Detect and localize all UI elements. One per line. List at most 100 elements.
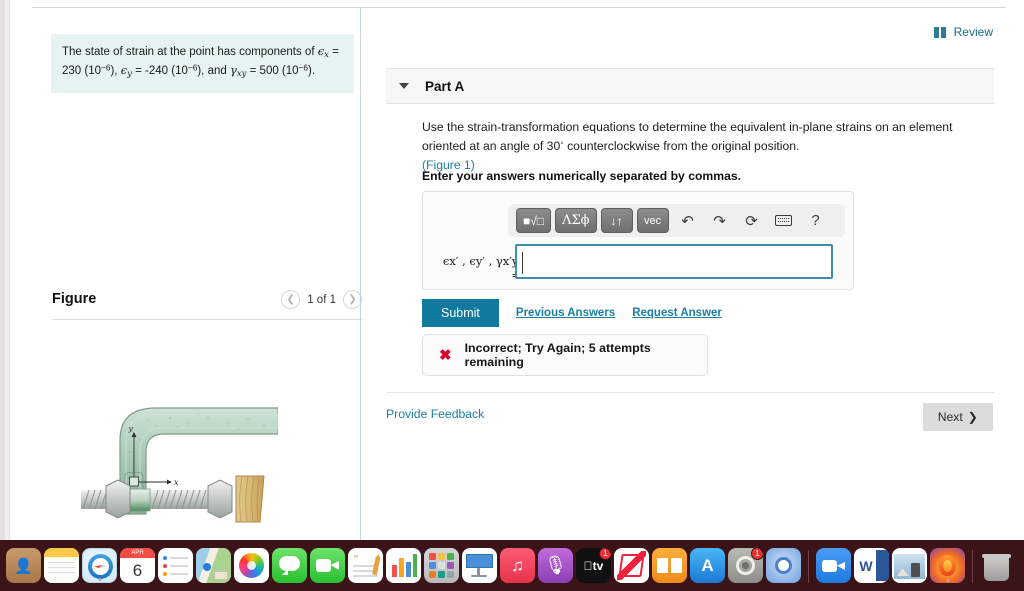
window-left-edge-inner [0,0,5,540]
calendar-month: APR [120,548,155,558]
undo-icon[interactable]: ↶ [675,208,701,233]
answer-label: ϵx′ , ϵy′ , γx′y′ = [442,254,521,282]
macos-dock: 👤 APR 6 “ ♫ 🎙 tv 1 A 1 W [0,540,1024,591]
dock-item-notes[interactable] [44,548,79,583]
chevron-left-icon[interactable]: ❮ [281,290,301,309]
previous-answers-link[interactable]: Previous Answers [516,307,615,319]
dock-item-music[interactable]: ♫ [500,548,535,583]
dock-item-zoom[interactable] [816,548,851,583]
left-panel: The state of strain at the point has com… [32,8,362,540]
chevron-right-icon: ❯ [967,410,978,424]
strain-element-square [129,476,139,487]
help-icon[interactable]: ? [803,208,829,233]
dock-item-keynote[interactable] [462,548,497,583]
keyboard-icon[interactable] [771,208,797,233]
problem-end: ). [307,65,316,78]
answer-input[interactable] [515,244,833,279]
math-toolbar: ■√□ ΛΣϕ ↓↑ vec ↶ ↷ ⟳ ? [508,204,845,237]
browser-page: The state of strain at the point has com… [9,0,1024,540]
dock-item-apple-tv[interactable]: tv 1 [576,548,611,583]
answer-instruction: Enter your answers numerically separated… [422,169,742,183]
dock-item-firefox[interactable] [930,548,965,583]
dock-separator-2 [972,550,973,583]
dock-item-launchpad[interactable] [424,548,459,583]
redo-icon[interactable]: ↷ [707,208,733,233]
text-caret [522,252,523,274]
dock-item-books[interactable] [652,548,687,583]
figure-page-label: 1 of 1 [307,293,336,306]
dock-item-preview[interactable] [892,548,927,583]
dock-item-messages[interactable] [272,548,307,583]
exponent-2: −6 [187,63,198,73]
dock-items: 👤 APR 6 “ ♫ 🎙 tv 1 A 1 W [6,548,1018,583]
figure-pager: ❮ 1 of 1 ❯ [281,290,362,309]
dock-item-calendar[interactable]: APR 6 [120,548,155,583]
nut-left [105,479,131,519]
dock-separator-1 [808,550,809,583]
part-a-header[interactable]: Part A [386,68,994,104]
problem-mid-2: ), and [197,65,230,78]
window-left-edge [0,0,9,540]
dock-item-trash[interactable] [980,548,1013,583]
problem-eq-3: = 500 (10 [246,65,299,78]
y-axis-label: y [128,424,134,433]
caret-down-icon[interactable] [399,83,409,89]
next-button[interactable]: Next ❯ [922,403,993,431]
dock-item-app-store[interactable]: A [690,548,725,583]
problem-mid-1: ), [110,65,121,78]
dock-item-chromium[interactable] [766,548,801,583]
word-letter: W [856,554,876,577]
request-answer-link[interactable]: Request Answer [632,307,722,319]
gamma-symbol: γ [229,63,237,78]
reset-icon[interactable]: ⟳ [739,208,765,233]
exponent-3: −6 [298,63,308,73]
screen: The state of strain at the point has com… [0,0,1024,591]
greek-symbols-button[interactable]: ΛΣϕ [555,208,597,233]
feedback-banner: ✖ Incorrect; Try Again; 5 attempts remai… [422,334,708,376]
answer-widget: ■√□ ΛΣϕ ↓↑ vec ↶ ↷ ⟳ ? ϵx′ , ϵy′ , γx′y′… [422,191,854,290]
dock-item-numbers[interactable] [386,548,421,583]
submit-button[interactable]: Submit [422,299,499,327]
dock-item-system-preferences[interactable]: 1 [728,548,763,583]
figure-header: Figure ❮ 1 of 1 ❯ [52,287,362,319]
dock-item-photos[interactable] [234,548,269,583]
dock-item-reminders[interactable] [158,548,193,583]
question-prompt: Use the strain-transformation equations … [422,118,990,175]
figure-divider [52,319,362,320]
calendar-day: 6 [132,560,143,580]
dock-item-podcasts[interactable]: 🎙 [538,548,573,583]
vector-button[interactable]: vec [636,208,669,233]
dock-item-pages[interactable]: “ [348,548,383,583]
book-icon [933,26,947,38]
dock-item-maps[interactable] [196,548,231,583]
figure-title: Figure [52,291,97,307]
problem-text-1: The state of strain at the point has com… [62,46,318,58]
x-axis-label: x [174,478,179,487]
right-panel: Review Part A Use the strain-transformat… [370,8,1010,540]
dock-item-facetime[interactable] [310,548,345,583]
problem-eq-2: = -240 (10 [131,65,188,78]
panel-divider [360,8,361,540]
bottom-divider [386,392,994,393]
feedback-text: Incorrect; Try Again; 5 attempts remaini… [464,341,651,369]
submit-row: Submit Previous Answers Request Answer [422,299,722,327]
next-label: Next [937,410,963,424]
prompt-text-2: counterclockwise from the original posit… [563,138,800,153]
review-label: Review [953,25,993,39]
review-link[interactable]: Review [933,25,993,39]
gamma-subscript: xy [236,69,247,80]
nut-right [207,479,233,519]
apple-tv-badge: 1 [599,548,611,560]
dock-item-contacts[interactable]: 👤 [6,548,41,583]
part-a-title: Part A [425,78,465,94]
dock-item-news[interactable] [614,548,649,583]
figure-image[interactable]: y x [78,394,279,529]
arrows-button[interactable]: ↓↑ [600,208,633,233]
template-radical-button[interactable]: ■√□ [516,208,552,233]
provide-feedback-link[interactable]: Provide Feedback [386,407,484,421]
dock-item-safari[interactable] [82,548,117,583]
x-mark-icon: ✖ [439,347,452,364]
problem-statement: The state of strain at the point has com… [51,34,354,93]
dock-item-word[interactable]: W [854,548,889,583]
system-preferences-badge: 1 [751,548,763,560]
